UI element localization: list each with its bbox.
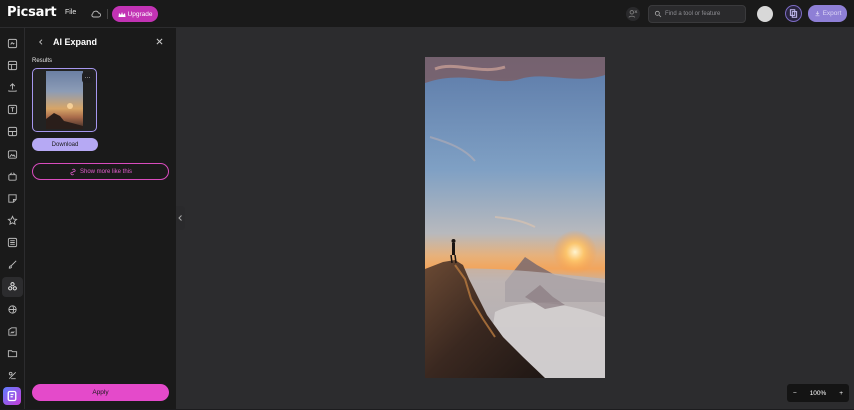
folder-icon[interactable] <box>6 347 19 360</box>
layers-icon <box>789 9 798 18</box>
search-icon <box>654 10 662 18</box>
search-input[interactable]: Find a tool or feature <box>648 5 746 23</box>
elements-icon[interactable] <box>6 170 19 183</box>
layers-button[interactable] <box>785 5 802 22</box>
show-more-button[interactable]: Show more like this <box>32 163 169 180</box>
mountain-sunset-image <box>425 57 605 378</box>
background-icon[interactable] <box>6 236 19 249</box>
top-bar: Picsart File Upgrade Find a tool or feat… <box>0 0 854 28</box>
cloud-save-icon[interactable] <box>90 8 102 20</box>
file-menu[interactable]: File <box>65 9 76 16</box>
show-more-label: Show more like this <box>79 168 133 175</box>
eraser-icon[interactable] <box>6 369 19 382</box>
app-logo[interactable]: Picsart <box>7 5 57 20</box>
upload-icon[interactable] <box>6 81 19 94</box>
apply-button[interactable]: Apply <box>32 384 169 401</box>
toolbar-divider <box>107 9 108 19</box>
search-placeholder: Find a tool or feature <box>665 11 721 17</box>
draw-icon[interactable] <box>6 258 19 271</box>
export-button[interactable]: Export <box>808 5 847 22</box>
photos-icon[interactable] <box>6 148 19 161</box>
results-label: Results <box>32 58 53 64</box>
thumbnail-menu-button[interactable]: ··· <box>82 72 93 83</box>
image-edit-icon[interactable] <box>6 325 19 338</box>
close-icon[interactable] <box>155 37 164 46</box>
favorites-icon[interactable] <box>6 214 19 227</box>
chevron-left-icon <box>178 215 182 221</box>
back-icon[interactable] <box>37 37 45 47</box>
result-thumbnail[interactable]: ··· <box>32 68 97 132</box>
crown-icon <box>118 11 126 17</box>
zoom-in-button[interactable]: + <box>839 390 843 397</box>
upgrade-button[interactable]: Upgrade <box>112 6 158 22</box>
tool-sidebar <box>0 28 25 409</box>
avatar[interactable] <box>757 6 773 22</box>
collaborate-icon[interactable] <box>626 7 640 21</box>
download-button[interactable]: Download <box>32 138 98 151</box>
zoom-level[interactable]: 100% <box>810 390 827 397</box>
result-image <box>46 71 83 129</box>
ai-expand-icon[interactable] <box>6 280 19 293</box>
zoom-control: − 100% + <box>787 384 849 402</box>
download-icon <box>815 11 820 17</box>
upgrade-label: Upgrade <box>127 10 153 18</box>
ai-expand-panel: AI Expand Results ··· Download Show more… <box>25 28 176 409</box>
ai-tools-icon[interactable] <box>6 37 19 50</box>
templates-icon[interactable] <box>6 59 19 72</box>
layout-icon[interactable] <box>6 125 19 138</box>
collapse-panel-button[interactable] <box>176 206 185 230</box>
panel-title: AI Expand <box>53 37 98 47</box>
zoom-out-button[interactable]: − <box>793 390 797 397</box>
stickers-icon[interactable] <box>6 192 19 205</box>
text-icon[interactable] <box>6 103 19 116</box>
app-launcher-icon[interactable] <box>3 387 21 405</box>
export-label: Export <box>822 10 842 17</box>
effects-icon[interactable] <box>6 303 19 316</box>
sparkle-link-icon <box>70 168 76 175</box>
canvas-image[interactable] <box>425 57 605 378</box>
